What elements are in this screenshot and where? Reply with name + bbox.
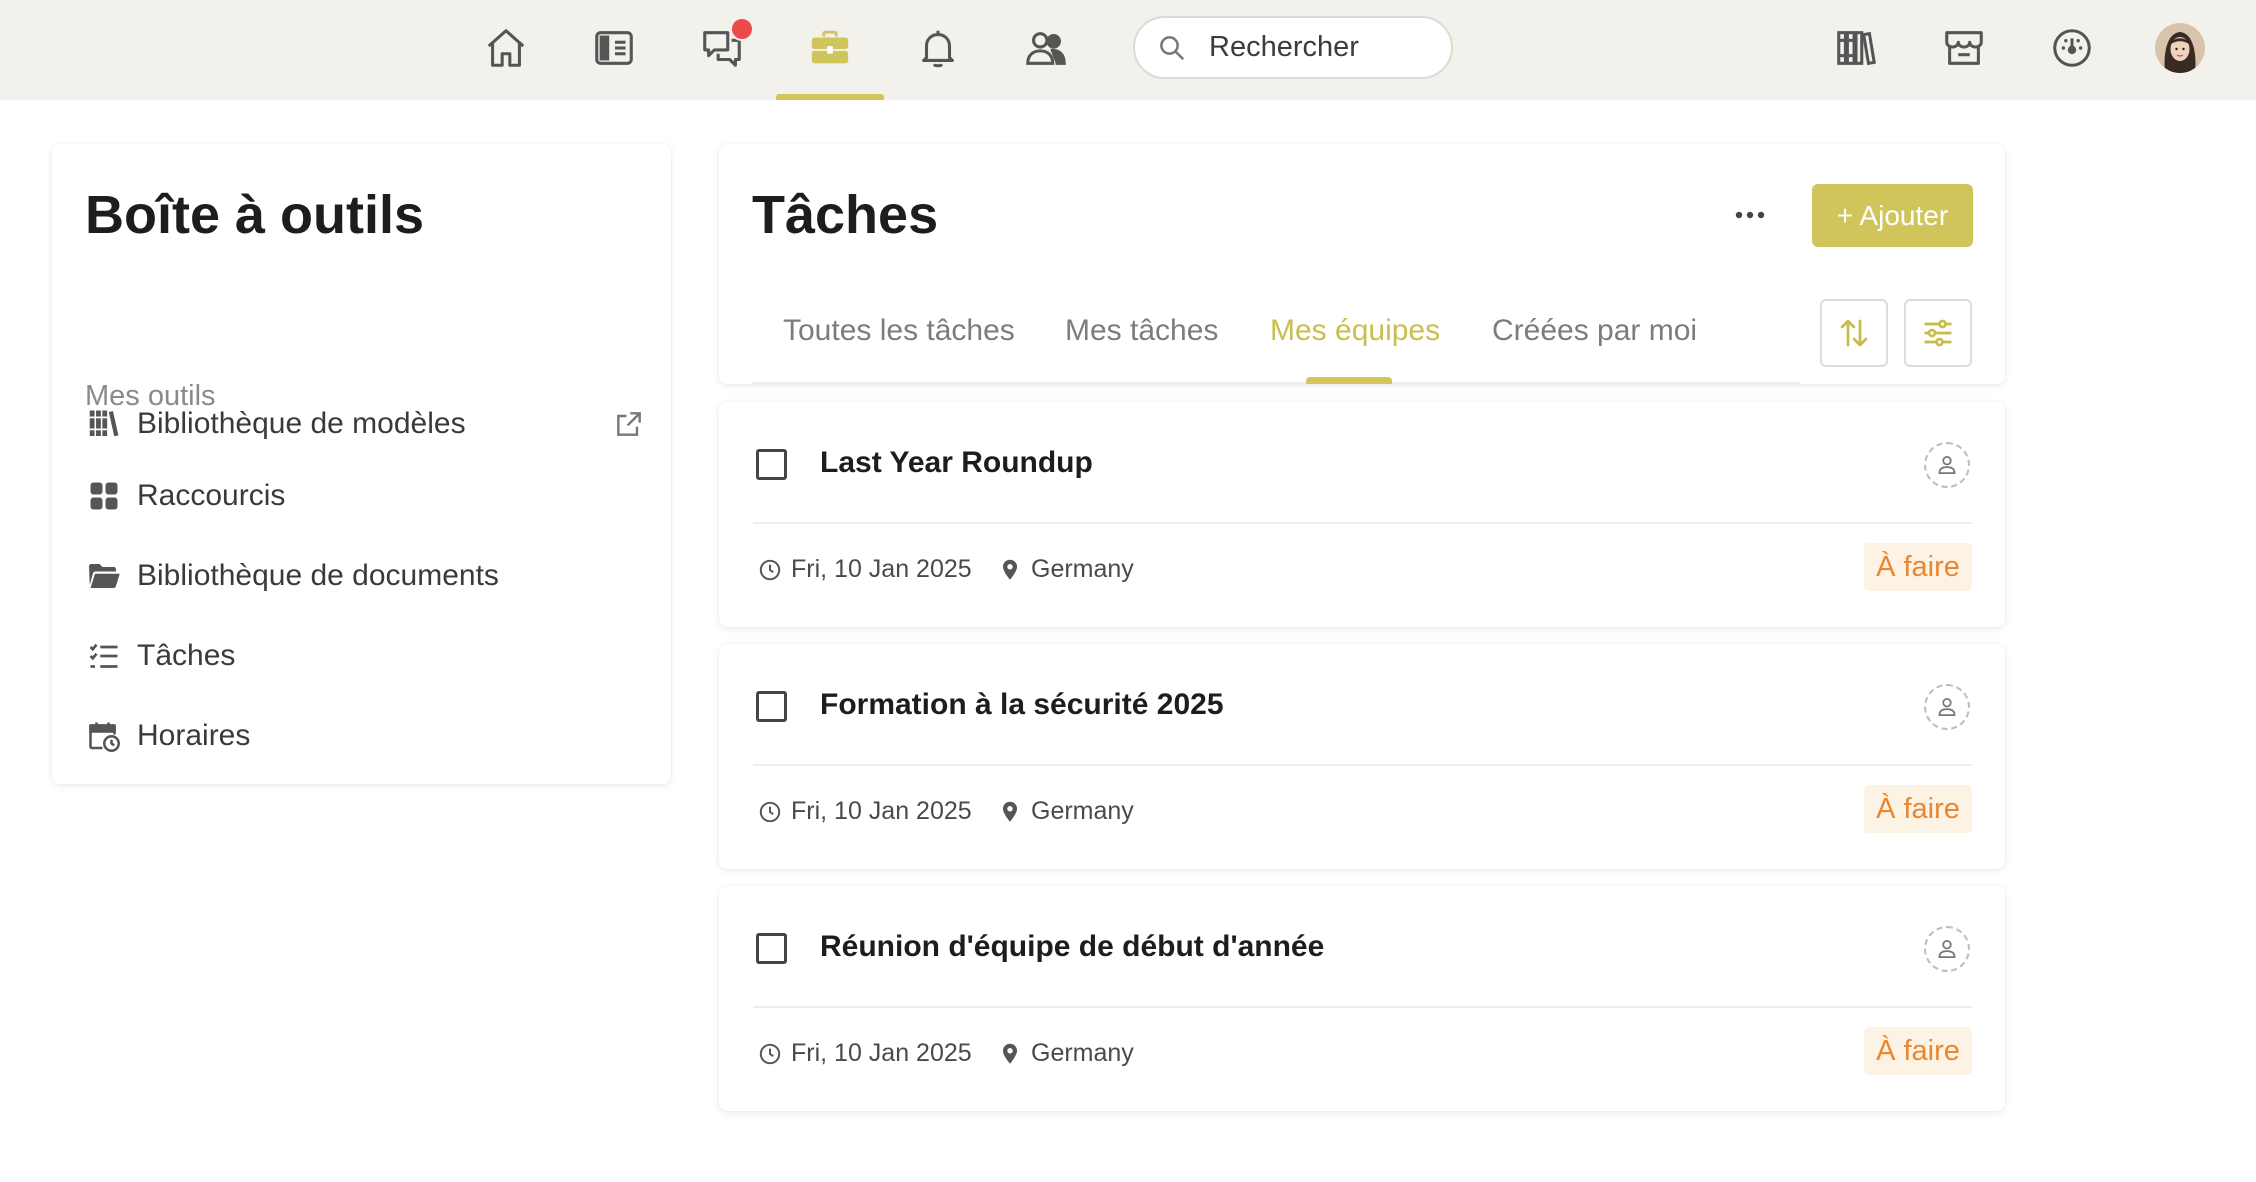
location-pin-icon <box>1002 1043 1018 1064</box>
filter-button[interactable] <box>1904 299 1972 367</box>
tab-my-teams[interactable]: Mes équipes <box>1270 314 1440 348</box>
task-date-label: Fri, 10 Jan 2025 <box>791 1039 972 1067</box>
task-location: Germany <box>997 1039 1134 1068</box>
dashboard-icon[interactable] <box>2046 22 2098 74</box>
grid-icon <box>85 477 123 515</box>
home-icon[interactable] <box>480 22 532 74</box>
task-location-label: Germany <box>1031 1039 1134 1067</box>
tab-created-by-me[interactable]: Créées par moi <box>1492 314 1697 348</box>
task-checkbox[interactable] <box>756 933 787 964</box>
tool-item-schedules[interactable]: Horaires <box>85 711 645 761</box>
toolbox-icon[interactable] <box>804 22 856 74</box>
filter-sliders-icon <box>1924 319 1952 347</box>
ellipsis-icon <box>1735 211 1765 219</box>
bell-icon[interactable] <box>912 22 964 74</box>
library-icon[interactable] <box>1830 22 1882 74</box>
clock-icon <box>759 559 781 580</box>
status-badge: À faire <box>1864 1027 1972 1075</box>
location-pin-icon <box>1002 801 1018 822</box>
divider <box>753 522 1972 524</box>
sidebar-icon[interactable] <box>588 22 640 74</box>
task-card[interactable]: Formation à la sécurité 2025 Fri, 10 Jan… <box>719 644 2005 869</box>
task-title[interactable]: Formation à la sécurité 2025 <box>820 688 1224 722</box>
sort-icon <box>1840 319 1868 347</box>
more-options-button[interactable] <box>1728 200 1772 230</box>
tabs-divider <box>752 382 1800 384</box>
user-icon <box>1938 940 1956 958</box>
folder-open-icon <box>85 557 123 595</box>
task-date: Fri, 10 Jan 2025 <box>757 1039 972 1068</box>
tab-my-tasks[interactable]: Mes tâches <box>1065 314 1218 348</box>
tasks-header-card: Tâches + Ajouter Toutes les tâches Mes t… <box>719 144 2005 384</box>
search-icon <box>1160 35 1185 60</box>
user-icon <box>1938 698 1956 716</box>
assignee-button[interactable] <box>1924 684 1970 730</box>
user-icon <box>1938 456 1956 474</box>
clock-icon <box>759 801 781 822</box>
search-input[interactable] <box>1209 31 1439 64</box>
task-checkbox[interactable] <box>756 691 787 722</box>
toolbox-title: Boîte à outils <box>85 185 425 245</box>
task-card[interactable]: Réunion d'équipe de début d'année Fri, 1… <box>719 886 2005 1111</box>
tool-item-document-library[interactable]: Bibliothèque de documents <box>85 551 645 601</box>
task-location: Germany <box>997 797 1134 826</box>
active-nav-indicator <box>776 94 884 100</box>
clock-icon <box>759 1043 781 1064</box>
calendar-clock-icon <box>85 717 123 755</box>
page-title: Tâches <box>752 185 939 245</box>
task-date-label: Fri, 10 Jan 2025 <box>791 797 972 825</box>
task-location: Germany <box>997 555 1134 584</box>
checklist-icon <box>85 637 123 675</box>
external-link-icon[interactable] <box>613 408 645 440</box>
tool-item-label: Raccourcis <box>137 479 286 512</box>
store-icon[interactable] <box>1938 22 1990 74</box>
notification-badge <box>730 17 754 41</box>
task-date-label: Fri, 10 Jan 2025 <box>791 555 972 583</box>
tool-item-label: Tâches <box>137 639 236 672</box>
add-task-button[interactable]: + Ajouter <box>1812 184 1973 247</box>
active-tab-indicator <box>1306 377 1392 384</box>
task-title[interactable]: Last Year Roundup <box>820 446 1093 480</box>
tab-all-tasks[interactable]: Toutes les tâches <box>783 314 1015 348</box>
people-icon[interactable] <box>1020 22 1072 74</box>
avatar[interactable] <box>2155 23 2205 73</box>
my-tools-section-label: Mes outils <box>85 380 216 412</box>
task-date: Fri, 10 Jan 2025 <box>757 555 972 584</box>
divider <box>753 764 1972 766</box>
task-card[interactable]: Last Year Roundup Fri, 10 Jan 2025 Germa… <box>719 402 2005 627</box>
tool-item-label: Horaires <box>137 719 251 752</box>
task-location-label: Germany <box>1031 797 1134 825</box>
task-date: Fri, 10 Jan 2025 <box>757 797 972 826</box>
search-bar[interactable] <box>1133 16 1453 79</box>
task-title[interactable]: Réunion d'équipe de début d'année <box>820 930 1324 964</box>
assignee-button[interactable] <box>1924 926 1970 972</box>
assignee-button[interactable] <box>1924 442 1970 488</box>
divider <box>753 1006 1972 1008</box>
task-checkbox[interactable] <box>756 449 787 480</box>
status-badge: À faire <box>1864 785 1972 833</box>
status-badge: À faire <box>1864 543 1972 591</box>
task-location-label: Germany <box>1031 555 1134 583</box>
location-pin-icon <box>1002 559 1018 580</box>
tool-item-tasks[interactable]: Tâches <box>85 631 645 681</box>
sort-button[interactable] <box>1820 299 1888 367</box>
top-navigation-bar <box>0 0 2256 100</box>
tool-item-label: Bibliothèque de documents <box>137 559 499 592</box>
tool-item-shortcuts[interactable]: Raccourcis <box>85 471 645 521</box>
toolbox-panel: Boîte à outils Bibliothèque de modèles M… <box>52 144 671 784</box>
